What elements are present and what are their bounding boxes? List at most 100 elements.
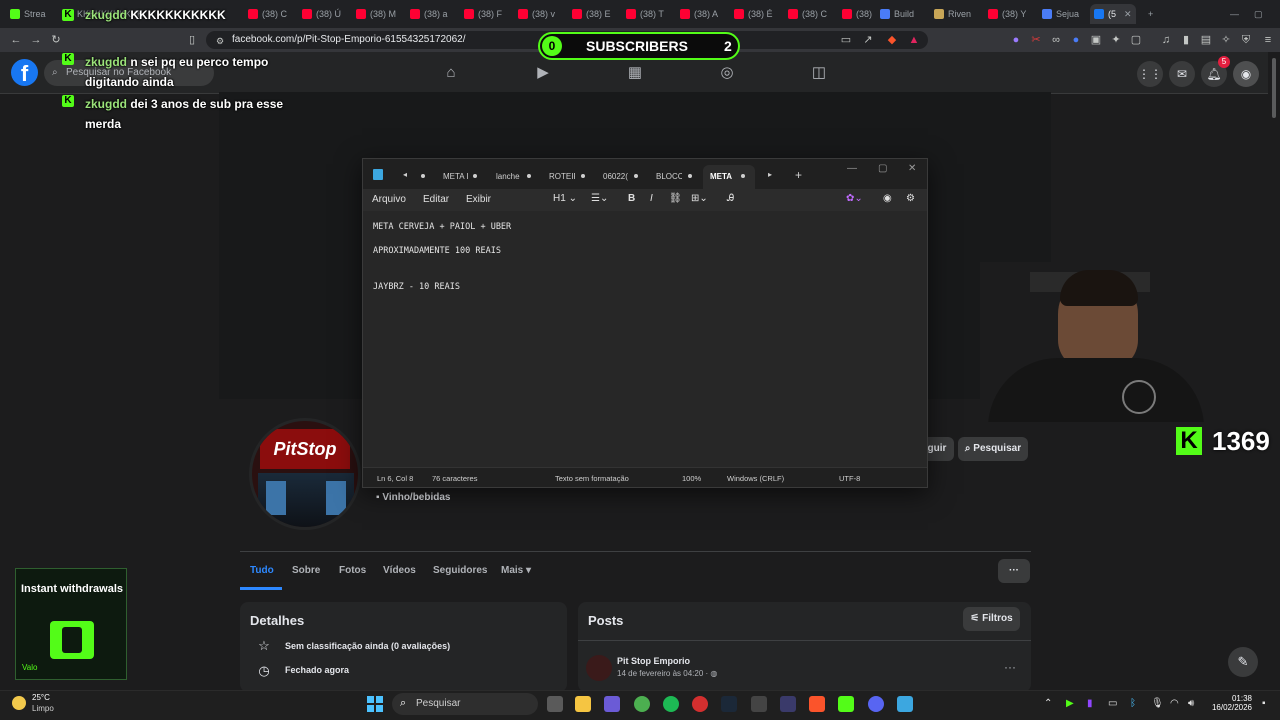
menu-grid-icon[interactable]: ⋮⋮ [1137, 61, 1163, 87]
more-options-button[interactable]: ··· [998, 559, 1030, 583]
brave-rewards-icon[interactable]: ▲ [908, 34, 920, 46]
copilot-icon[interactable]: ✿⌄ [846, 193, 863, 204]
bold-icon[interactable]: B [628, 193, 635, 204]
notepad-tab[interactable]: lanche [496, 172, 522, 181]
scroll-left-icon[interactable]: ◂ [403, 170, 407, 179]
bluetooth-icon[interactable]: ᛒ [1130, 698, 1136, 709]
notepad-window[interactable]: ◂ META I lanche ROTEIR 06022( BLOCC META… [362, 158, 928, 488]
task-view-icon[interactable] [547, 696, 563, 712]
post-author-avatar[interactable] [586, 655, 612, 681]
close-icon[interactable]: ✕ [908, 163, 916, 174]
tray-app-icon[interactable]: ▭ [1108, 698, 1117, 709]
new-message-icon[interactable]: ✎ [1228, 647, 1258, 677]
sidebar-icon[interactable]: ▮ [1180, 34, 1192, 46]
page-search-button[interactable]: ⌕ Pesquisar [958, 437, 1028, 461]
browser-tab[interactable]: (38) F [460, 4, 510, 24]
notepad-icon[interactable] [897, 696, 913, 712]
link-icon[interactable]: ⛓ [669, 193, 682, 204]
microphone-icon[interactable]: 🎙︎ [1151, 698, 1164, 709]
browser-tab[interactable]: Sejua [1038, 4, 1086, 24]
taskbar-search[interactable]: Pesquisar [392, 693, 538, 715]
discord-icon[interactable] [868, 696, 884, 712]
tab-modified-dot[interactable] [634, 174, 638, 178]
taskbar-clock[interactable]: 01:38 16/02/2026 [1210, 694, 1252, 712]
gaming-icon[interactable]: ◫ [810, 64, 828, 82]
notepad-tab[interactable]: 06022( [603, 172, 629, 181]
new-tab-icon[interactable]: + [795, 168, 802, 182]
tab-modified-dot[interactable] [527, 174, 531, 178]
groups-icon[interactable]: ◎ [718, 64, 736, 82]
minimize-icon[interactable]: — [1226, 4, 1242, 24]
site-info-icon[interactable]: ⚙ [214, 35, 226, 47]
extension-icon[interactable]: ● [1010, 34, 1022, 46]
browser-tab[interactable]: (38) Ú [298, 4, 348, 24]
vpn-icon[interactable]: ⛨ [1240, 34, 1252, 46]
app-icon[interactable] [780, 696, 796, 712]
notepad-tab[interactable]: META I [443, 172, 469, 181]
notepad-tab[interactable]: ROTEIR [549, 172, 575, 181]
facebook-logo[interactable]: f [11, 59, 38, 86]
apps-icon[interactable] [604, 696, 620, 712]
scrollbar-thumb[interactable] [1272, 58, 1276, 118]
notepad-text-area[interactable]: META CERVEJA + PAIOL + UBER APROXIMADAME… [363, 211, 927, 467]
notepad-tab-active[interactable]: META [710, 172, 736, 181]
tray-overflow-icon[interactable]: ⌃ [1044, 698, 1052, 709]
reload-icon[interactable]: ↻ [50, 34, 62, 46]
maximize-icon[interactable]: ▢ [1250, 4, 1266, 24]
chrome-icon[interactable] [634, 696, 650, 712]
clear-formatting-icon[interactable]: Ꭿ [727, 193, 734, 204]
maximize-icon[interactable]: ▢ [878, 163, 887, 174]
tab-fotos[interactable]: Fotos [339, 565, 366, 576]
notepad-tab[interactable]: BLOCC [656, 172, 682, 181]
home-icon[interactable]: ⌂ [442, 64, 460, 82]
tab-seguidores[interactable]: Seguidores [433, 565, 487, 576]
wifi-icon[interactable]: ◠ [1170, 698, 1179, 709]
extensions-puzzle-icon[interactable]: ✦ [1110, 34, 1122, 46]
forward-icon[interactable]: → [30, 34, 42, 46]
tab-modified-dot[interactable] [581, 174, 585, 178]
tab-sobre[interactable]: Sobre [292, 565, 320, 576]
bookmark-icon[interactable]: ▯ [186, 34, 198, 46]
extension-icon[interactable]: ✂ [1030, 34, 1042, 46]
browser-tab[interactable]: Strea [6, 4, 52, 24]
media-icon[interactable]: ♫ [1160, 34, 1172, 46]
start-icon[interactable] [367, 696, 383, 712]
volume-icon[interactable]: 🔊︎ [1188, 698, 1194, 709]
menu-arquivo[interactable]: Arquivo [372, 194, 406, 205]
tab-modified-dot[interactable] [473, 174, 477, 178]
minimize-icon[interactable]: — [847, 163, 857, 174]
extension-icon[interactable]: ● [1070, 34, 1082, 46]
app-icon[interactable] [751, 696, 767, 712]
italic-icon[interactable]: I [650, 193, 653, 204]
kick-icon[interactable] [838, 696, 854, 712]
settings-icon[interactable]: ⚙ [906, 193, 915, 204]
opera-icon[interactable] [692, 696, 708, 712]
menu-editar[interactable]: Editar [423, 194, 449, 205]
cast-icon[interactable]: ▭ [840, 34, 852, 46]
avatar[interactable]: ◉ [1233, 61, 1259, 87]
browser-tab[interactable]: (38) M [352, 4, 402, 24]
post-date[interactable]: 14 de fevereiro às 04:20 · ◍ [617, 669, 717, 678]
tab-modified-dot[interactable] [688, 174, 692, 178]
notifications-icon[interactable]: ▪ [1262, 698, 1266, 709]
menu-exibir[interactable]: Exibir [466, 194, 491, 205]
messenger-icon[interactable]: ✉ [1169, 61, 1195, 87]
extension-icon[interactable]: ∞ [1050, 34, 1062, 46]
steam-icon[interactable] [721, 696, 737, 712]
heading-dropdown[interactable]: H1 ⌄ [553, 193, 577, 204]
extension-icon[interactable]: ▣ [1090, 34, 1102, 46]
close-tab-icon[interactable]: ✕ [1120, 4, 1134, 24]
browser-tab[interactable]: Riven [930, 4, 980, 24]
tab-videos[interactable]: Vídeos [383, 565, 416, 576]
post-author[interactable]: Pit Stop Emporio [617, 656, 690, 666]
tray-app-icon[interactable]: ▶ [1066, 698, 1074, 709]
browser-tab[interactable]: (38) A [676, 4, 726, 24]
new-tab-icon[interactable]: + [1144, 4, 1160, 24]
tab-modified-dot[interactable] [741, 174, 745, 178]
leo-ai-icon[interactable]: ✧ [1220, 34, 1232, 46]
browser-tab[interactable]: (38) G [838, 4, 872, 24]
tab-tudo[interactable]: Tudo [250, 565, 274, 576]
wallet-icon[interactable]: ▤ [1200, 34, 1212, 46]
page-scrollbar[interactable] [1268, 52, 1280, 690]
browser-tab[interactable]: (38) É [730, 4, 780, 24]
